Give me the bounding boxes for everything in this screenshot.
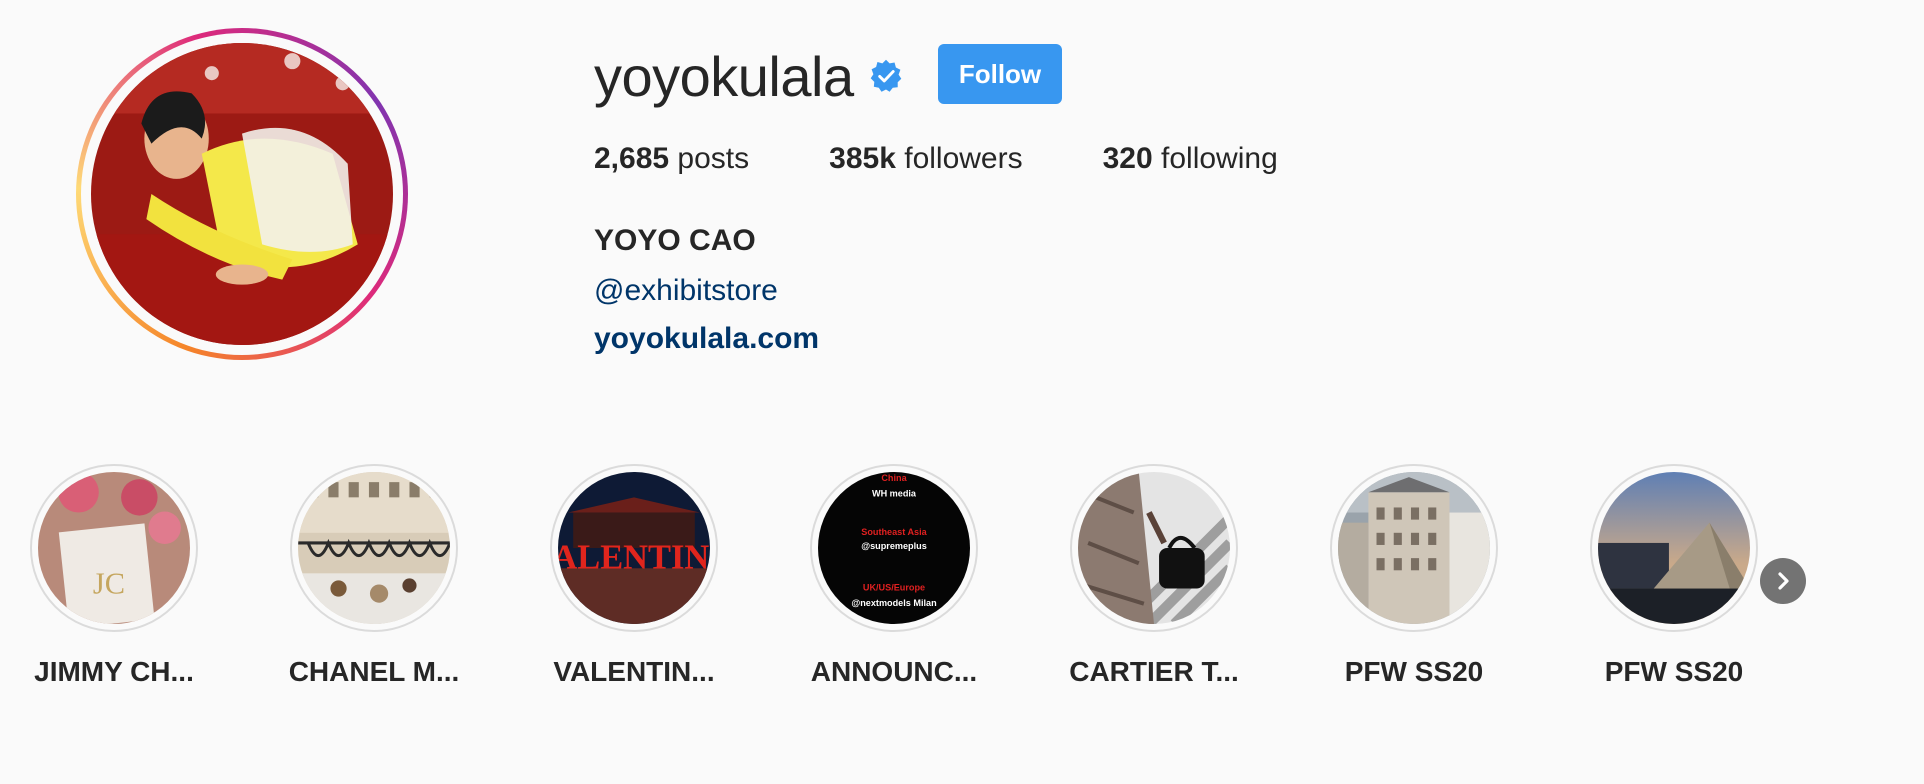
highlight-cover (1590, 464, 1758, 632)
announce-line: WH media (872, 488, 917, 498)
announce-line: @supremeplus (861, 541, 927, 551)
mention-link[interactable]: @exhibitstore (594, 274, 778, 308)
followers-stat[interactable]: 385k followers (829, 142, 1022, 176)
highlight-label: ANNOUNC... (810, 656, 978, 687)
username: yoyokulala (594, 44, 854, 108)
highlight-item[interactable]: CHANEL M... (274, 464, 474, 688)
highlight-label: PFW SS20 (1344, 656, 1484, 687)
posts-count: 2,685 (594, 142, 670, 175)
username-row: yoyokulala (594, 40, 904, 112)
announce-line: Southeast Asia (861, 527, 927, 537)
posts-stat: 2,685 posts (594, 142, 749, 176)
profile-page: yoyokulala Follow 2,685 posts 385k follo… (0, 0, 1924, 784)
highlight-cover: JC (30, 464, 198, 632)
highlight-item[interactable]: CARTIER T... (1054, 464, 1254, 688)
announce-line: UK/US/Europe (863, 583, 925, 593)
highlight-label: JIMMY CH... (34, 656, 194, 687)
highlight-label: CHANEL M... (288, 656, 460, 687)
profile-avatar[interactable] (76, 28, 408, 360)
highlight-item[interactable]: JC JIMMY CH... (14, 464, 214, 688)
avatar-photo (91, 43, 393, 345)
announce-line: China (881, 473, 907, 483)
highlight-cover (290, 464, 458, 632)
highlight-cover: China WH media Southeast Asia @supremepl… (810, 464, 978, 632)
highlight-cover (1330, 464, 1498, 632)
followers-label: followers (904, 142, 1023, 175)
following-count: 320 (1102, 142, 1153, 175)
verified-badge-icon (870, 59, 901, 92)
highlight-item[interactable]: PFW SS20 (1574, 464, 1774, 688)
following-label: following (1161, 142, 1278, 175)
highlight-item[interactable]: VALENTINO VALENTIN... (534, 464, 734, 688)
highlight-cover: VALENTINO (550, 464, 718, 632)
chevron-right-icon (1778, 572, 1789, 590)
announce-line: @nextmodels Milan (851, 598, 936, 608)
valentino-sign: VALENTINO (558, 538, 710, 576)
highlight-item[interactable]: China WH media Southeast Asia @supremepl… (794, 464, 994, 688)
highlight-item[interactable]: PFW SS20 (1314, 464, 1514, 688)
follow-button[interactable]: Follow (938, 44, 1062, 104)
following-stat[interactable]: 320 following (1103, 142, 1278, 176)
highlight-label: VALENTIN... (553, 656, 715, 687)
next-highlights-button[interactable] (1760, 558, 1806, 604)
profile-stats: 2,685 posts 385k followers 320 following (594, 142, 1358, 176)
posts-label: posts (677, 142, 750, 175)
svg-text:JC: JC (93, 567, 125, 601)
full-name: YOYO CAO (594, 224, 756, 257)
highlight-label: CARTIER T... (1069, 656, 1239, 687)
highlight-cover (1070, 464, 1238, 632)
followers-count: 385k (829, 142, 896, 175)
website-link[interactable]: yoyokulala.com (594, 322, 819, 356)
highlight-label: PFW SS20 (1604, 656, 1744, 687)
